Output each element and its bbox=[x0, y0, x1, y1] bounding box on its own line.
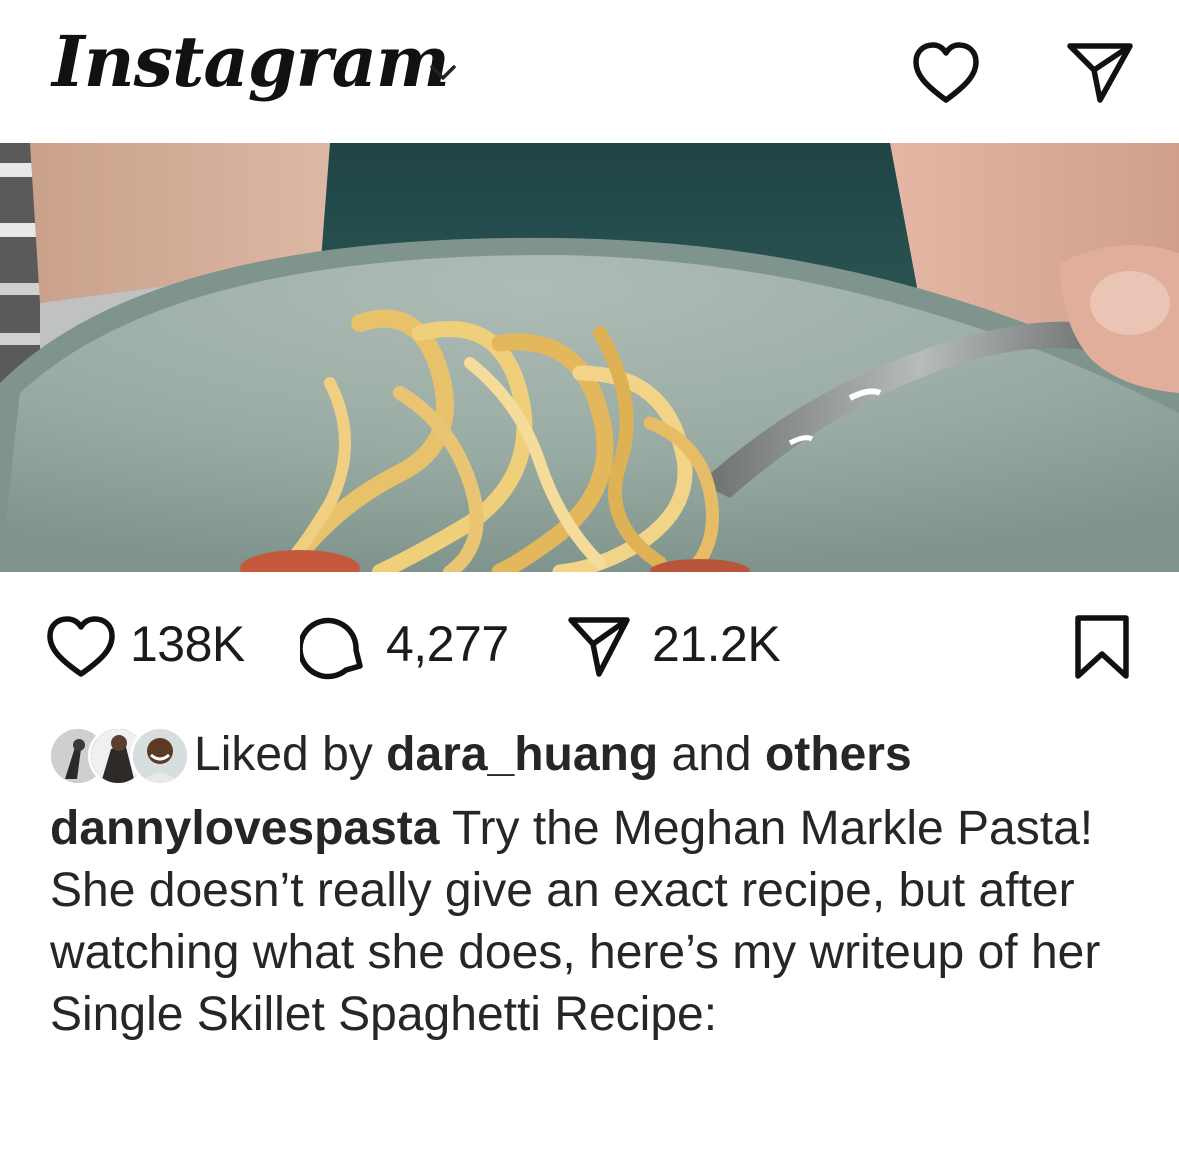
heart-icon[interactable] bbox=[910, 40, 982, 106]
liked-by-others-link[interactable]: others bbox=[765, 728, 912, 781]
chevron-down-icon[interactable] bbox=[428, 62, 458, 84]
liked-by-text: Liked by dara_huang and others bbox=[194, 726, 912, 784]
pasta-photo bbox=[0, 143, 1179, 572]
like-count[interactable]: 138K bbox=[130, 616, 245, 672]
send-icon[interactable] bbox=[1064, 40, 1136, 106]
avatar bbox=[130, 726, 190, 786]
caption-username-link[interactable]: dannylovespasta bbox=[50, 802, 439, 855]
comment-icon[interactable] bbox=[300, 614, 366, 680]
like-heart-icon[interactable] bbox=[44, 614, 118, 680]
share-count[interactable]: 21.2K bbox=[652, 616, 781, 672]
instagram-logo[interactable]: Instagram bbox=[52, 14, 450, 110]
liked-by-and: and bbox=[671, 728, 752, 781]
post-image[interactable] bbox=[0, 143, 1179, 572]
post-caption: dannylovespasta Try the Meghan Markle Pa… bbox=[50, 798, 1110, 1046]
liked-by-prefix: Liked by bbox=[194, 728, 373, 781]
share-send-icon[interactable] bbox=[566, 614, 632, 680]
bookmark-icon[interactable] bbox=[1072, 614, 1132, 680]
liker-avatars bbox=[48, 726, 190, 786]
liked-by-row[interactable]: Liked by dara_huang and others bbox=[48, 720, 1148, 792]
liked-by-user-link[interactable]: dara_huang bbox=[386, 728, 658, 781]
comment-count[interactable]: 4,277 bbox=[386, 616, 509, 672]
top-bar: Instagram bbox=[0, 0, 1179, 143]
post-actions: 138K 4,277 21.2K bbox=[0, 600, 1179, 690]
